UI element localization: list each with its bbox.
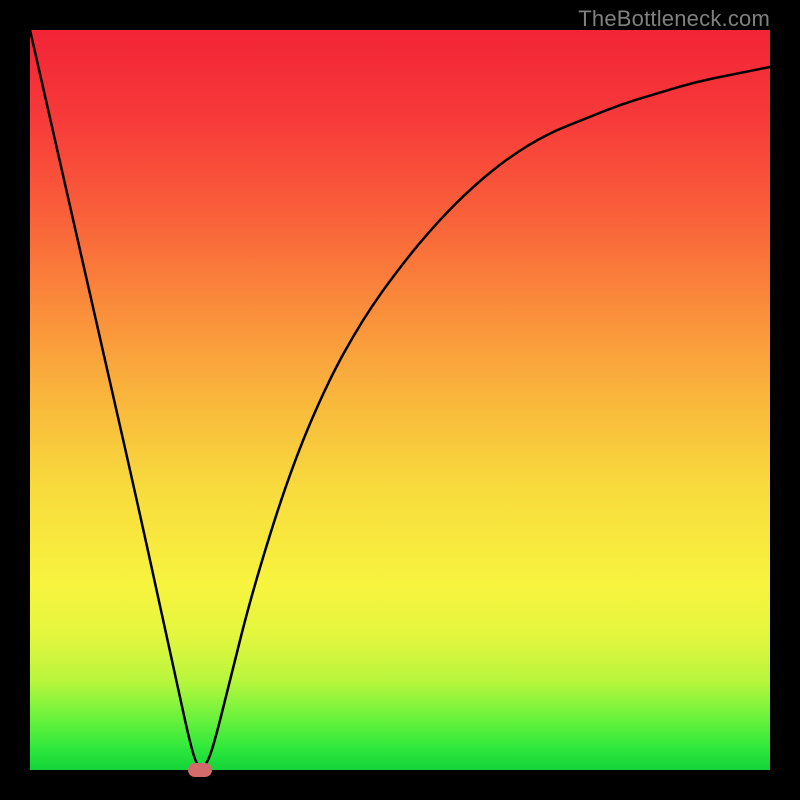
plot-area (30, 30, 770, 770)
minimum-marker (188, 763, 212, 777)
chart-line-svg (30, 30, 770, 770)
watermark-text: TheBottleneck.com (578, 6, 770, 32)
bottleneck-curve (30, 30, 770, 768)
chart-container: TheBottleneck.com (0, 0, 800, 800)
